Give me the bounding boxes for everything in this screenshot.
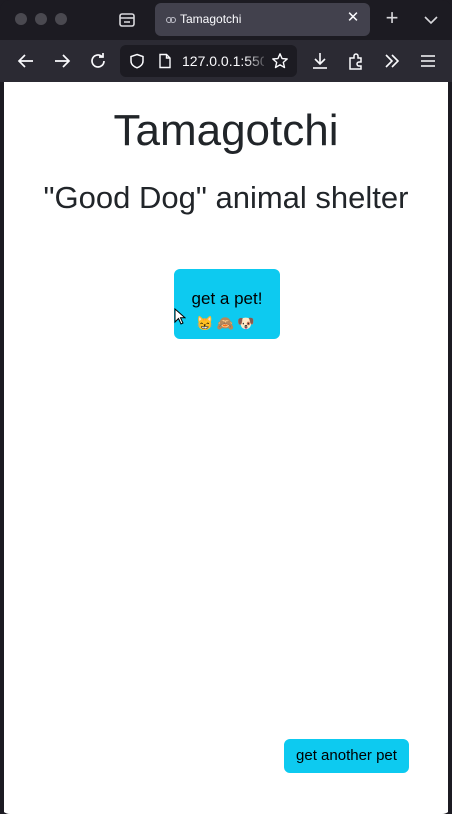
zoom-window-button[interactable]: [55, 13, 67, 25]
chevron-down-icon[interactable]: [421, 10, 441, 30]
hamburger-icon[interactable]: [417, 50, 439, 72]
address-bar[interactable]: 127.0.0.1:550: [120, 45, 297, 77]
minimize-window-button[interactable]: [35, 13, 47, 25]
get-another-pet-button[interactable]: get another pet: [284, 739, 409, 773]
mouse-cursor-icon: [174, 307, 187, 326]
get-pet-label: get a pet!: [191, 289, 263, 308]
pet-emoji-icons: 😸🙈🐶: [196, 315, 258, 331]
plus-icon[interactable]: +: [381, 7, 403, 30]
browser-window: Tamagotchi ✕ + 127.0.0.1:550 Tamagotchi …: [0, 0, 452, 814]
tab-title: Tamagotchi: [180, 12, 242, 26]
url-fade: [245, 45, 270, 77]
navigation-bar: 127.0.0.1:550: [0, 40, 452, 82]
tab-tamagotchi[interactable]: Tamagotchi ✕: [155, 3, 370, 36]
shield-icon[interactable]: [129, 53, 145, 69]
close-icon[interactable]: ✕: [346, 10, 360, 25]
page-icon[interactable]: [158, 53, 172, 69]
download-icon[interactable]: [309, 50, 331, 72]
star-icon[interactable]: [271, 52, 289, 70]
arrow-right-icon[interactable]: [51, 50, 73, 72]
page-content: Tamagotchi "Good Dog" animal shelter get…: [4, 82, 448, 814]
globe-icon: [165, 13, 177, 25]
double-chevron-icon[interactable]: [381, 50, 403, 72]
reload-icon[interactable]: [87, 50, 109, 72]
arrow-left-icon[interactable]: [15, 50, 37, 72]
puzzle-icon[interactable]: [345, 50, 367, 72]
tab-list-icon[interactable]: [114, 8, 140, 32]
page-title: Tamagotchi: [113, 106, 339, 155]
page-subtitle: "Good Dog" animal shelter: [43, 180, 409, 215]
close-window-button[interactable]: [15, 13, 27, 25]
get-pet-button[interactable]: get a pet! 😸🙈🐶: [174, 269, 280, 339]
tab-strip: Tamagotchi ✕ +: [0, 0, 452, 40]
